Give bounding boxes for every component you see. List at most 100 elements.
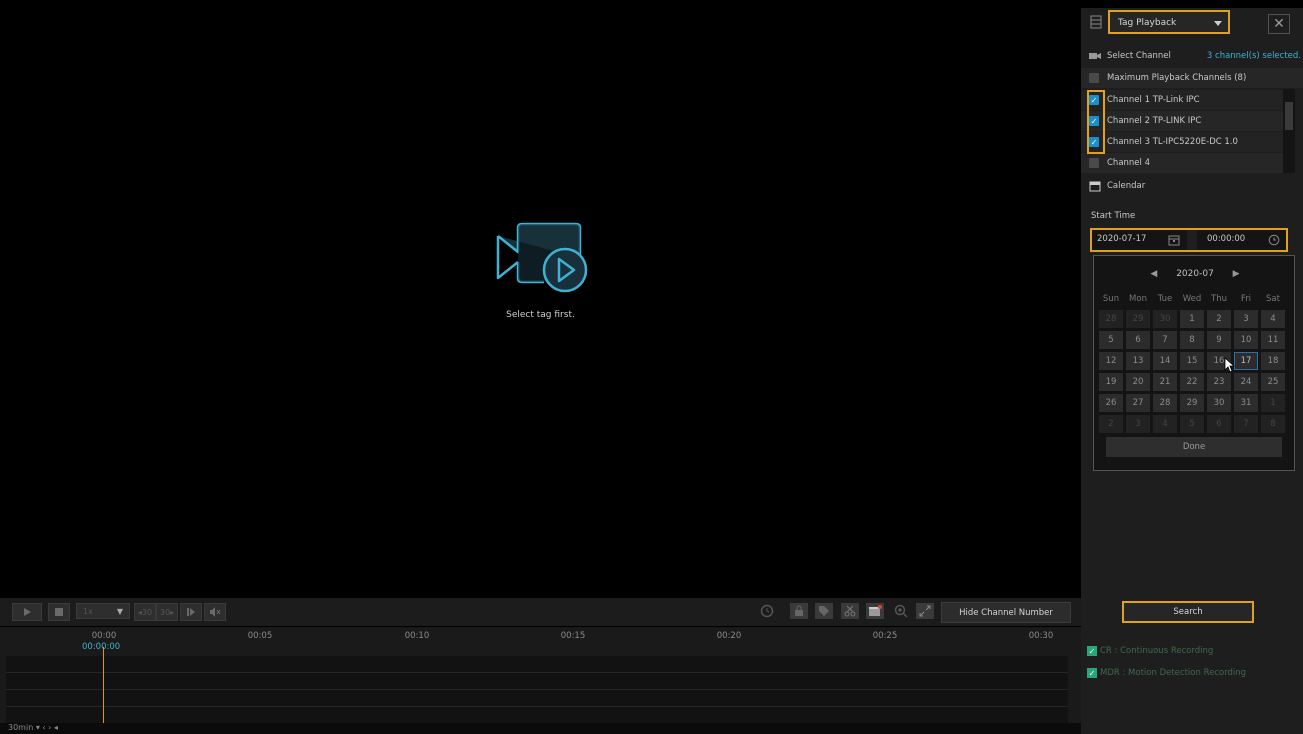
fullscreen-icon[interactable]	[916, 603, 934, 619]
calendar-day[interactable]: 29	[1126, 310, 1150, 328]
hide-channel-number-button[interactable]: Hide Channel Number	[941, 602, 1071, 623]
channel-label: Channel 1 TP-Link IPC	[1107, 95, 1200, 105]
calendar-day[interactable]: 14	[1153, 352, 1177, 370]
calendar-day[interactable]: 15	[1180, 352, 1204, 370]
calendar-day[interactable]: 3	[1126, 415, 1150, 433]
weekday-label: Sat	[1266, 294, 1280, 304]
mouse-cursor-icon	[1224, 357, 1236, 373]
check-icon: ✓	[1087, 646, 1097, 656]
calendar-day[interactable]: 4	[1153, 415, 1177, 433]
calendar-day[interactable]: 20	[1126, 373, 1150, 391]
calendar-day[interactable]: 25	[1261, 373, 1285, 391]
calendar-day[interactable]: 3	[1234, 310, 1258, 328]
calendar-day[interactable]: 27	[1126, 394, 1150, 412]
channel-item[interactable]: ✓ Channel 1 TP-Link IPC	[1081, 90, 1283, 110]
stop-button[interactable]	[48, 603, 70, 621]
zoom-in-icon[interactable]	[892, 603, 910, 619]
max-channels-label: Maximum Playback Channels (8)	[1107, 73, 1247, 83]
clock-icon[interactable]	[758, 603, 776, 619]
calendar-day[interactable]: 8	[1180, 331, 1204, 349]
check-icon: ✓	[1087, 668, 1097, 678]
calendar-day[interactable]: 31	[1234, 394, 1258, 412]
calendar-section[interactable]: Calendar	[1081, 176, 1303, 196]
calendar-day[interactable]: 6	[1126, 331, 1150, 349]
calendar-day[interactable]: 7	[1234, 415, 1258, 433]
video-camera-icon	[496, 222, 588, 293]
calendar-day[interactable]: 5	[1180, 415, 1204, 433]
done-button[interactable]: Done	[1106, 437, 1282, 457]
checkbox[interactable]	[1089, 158, 1099, 168]
calendar-day[interactable]: 17	[1234, 352, 1258, 370]
calendar-day[interactable]: 2	[1099, 415, 1123, 433]
calendar-day[interactable]: 19	[1099, 373, 1123, 391]
start-time-value: 00:00:00	[1207, 234, 1246, 244]
timeline[interactable]: 00:00 00:05 00:10 00:15 00:20 00:25 00:3…	[0, 627, 1081, 734]
timeline-track[interactable]	[6, 707, 1068, 724]
tag-icon[interactable]	[815, 603, 833, 619]
weekday-label: Wed	[1182, 294, 1202, 304]
weekday-label: Fri	[1240, 294, 1252, 304]
calendar-day[interactable]: 13	[1126, 352, 1150, 370]
forward-30s-button[interactable]: 30▸	[156, 603, 178, 621]
prev-month-icon[interactable]: ◀	[1150, 269, 1157, 279]
calendar-day[interactable]: 28	[1153, 394, 1177, 412]
timeline-track[interactable]	[6, 690, 1068, 707]
mute-button[interactable]	[204, 603, 226, 621]
calendar-day[interactable]: 2	[1207, 310, 1231, 328]
speed-value: 1x	[83, 606, 93, 616]
video-viewport	[0, 8, 1081, 597]
calendar-day[interactable]: 1	[1180, 310, 1204, 328]
calendar-day[interactable]: 6	[1207, 415, 1231, 433]
calendar-day[interactable]: 22	[1180, 373, 1204, 391]
calendar-day[interactable]: 28	[1099, 310, 1123, 328]
calendar-day[interactable]: 18	[1261, 352, 1285, 370]
checkbox[interactable]	[1089, 73, 1099, 83]
channel-item[interactable]: ✓ Channel 2 TP-LINK IPC	[1081, 111, 1283, 131]
calendar-month: 2020-07	[1176, 269, 1214, 279]
channel-item[interactable]: Channel 4	[1081, 153, 1283, 173]
playback-mode-dropdown[interactable]: Tag Playback	[1108, 10, 1230, 34]
calendar-day[interactable]: 12	[1099, 352, 1123, 370]
max-channels-row[interactable]: Maximum Playback Channels (8)	[1081, 68, 1303, 88]
clip-folder-icon[interactable]	[866, 603, 884, 619]
channel-item[interactable]: ✓ Channel 3 TL-IPC5220E-DC 1.0	[1081, 132, 1283, 152]
speaker-mute-icon	[210, 607, 221, 617]
close-button[interactable]: ✕	[1268, 14, 1290, 34]
calendar-day[interactable]: 11	[1261, 331, 1285, 349]
timeline-zoom-select[interactable]: 30min ▾ ‹ › ◂	[8, 723, 58, 732]
next-month-icon[interactable]: ▶	[1233, 269, 1240, 279]
scissors-icon[interactable]	[841, 603, 859, 619]
calendar-day[interactable]: 9	[1207, 331, 1231, 349]
scrollbar-thumb[interactable]	[1285, 102, 1293, 130]
start-time-input[interactable]: 00:00:00	[1197, 230, 1286, 250]
play-button[interactable]	[12, 603, 42, 621]
timeline-track[interactable]	[6, 656, 1068, 673]
channel-label: Channel 2 TP-LINK IPC	[1107, 116, 1202, 126]
calendar-day[interactable]: 10	[1234, 331, 1258, 349]
calendar-day[interactable]: 29	[1180, 394, 1204, 412]
calendar-label: Calendar	[1107, 181, 1146, 191]
timeline-scrollbar[interactable]	[0, 723, 1081, 734]
calendar-day[interactable]: 24	[1234, 373, 1258, 391]
channel-checkbox-highlight	[1087, 90, 1105, 154]
calendar-day[interactable]: 1	[1261, 394, 1285, 412]
start-date-input[interactable]: 2020-07-17	[1092, 230, 1187, 250]
timeline-cursor[interactable]	[103, 647, 104, 723]
lock-icon[interactable]	[790, 603, 808, 619]
video-status-message: Select tag first.	[506, 310, 575, 320]
calendar-day[interactable]: 4	[1261, 310, 1285, 328]
calendar-day[interactable]: 26	[1099, 394, 1123, 412]
step-forward-button[interactable]	[180, 603, 202, 621]
clock-icon	[1268, 234, 1280, 246]
calendar-day[interactable]: 23	[1207, 373, 1231, 391]
calendar-day[interactable]: 5	[1099, 331, 1123, 349]
rewind-30s-button[interactable]: ◂30	[134, 603, 156, 621]
calendar-day[interactable]: 30	[1153, 310, 1177, 328]
calendar-day[interactable]: 21	[1153, 373, 1177, 391]
search-button[interactable]: Search	[1122, 601, 1254, 623]
speed-select[interactable]: 1x ▼	[76, 603, 130, 619]
calendar-day[interactable]: 30	[1207, 394, 1231, 412]
calendar-day[interactable]: 8	[1261, 415, 1285, 433]
calendar-day[interactable]: 7	[1153, 331, 1177, 349]
timeline-track[interactable]	[6, 673, 1068, 690]
